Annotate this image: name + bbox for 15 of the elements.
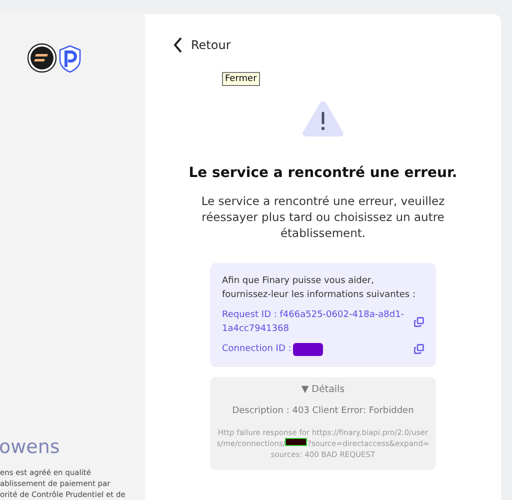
id-label: Request ID : f466a525-0602-418a-a8d1-1a4cc7941368 (222, 309, 406, 336)
error-message: Le service a rencontré une erreur, veuillez réessayer plus tard ou choisissez un autre établissement. (200, 193, 446, 241)
back-link[interactable]: Retour (173, 36, 231, 54)
copy-icon[interactable] (414, 317, 424, 327)
info-intro: Afin que Finary puisse vous aider, fournissez-leur les informations suivantes : (222, 275, 416, 302)
warning-icon (301, 100, 345, 138)
brand-name: owens (0, 438, 61, 457)
error-description: Description : 403 Client Error: Forbidden (232, 405, 414, 418)
tooltip: Fermer (222, 72, 260, 86)
id-label: Connection ID : (222, 343, 292, 356)
copy-icon[interactable] (414, 344, 424, 354)
redaction-block (285, 438, 308, 446)
details-toggle[interactable]: ▼ Détails (301, 383, 345, 398)
error-title: Le service a rencontré une erreur. (188, 164, 458, 183)
chevron-left-icon (173, 37, 183, 53)
